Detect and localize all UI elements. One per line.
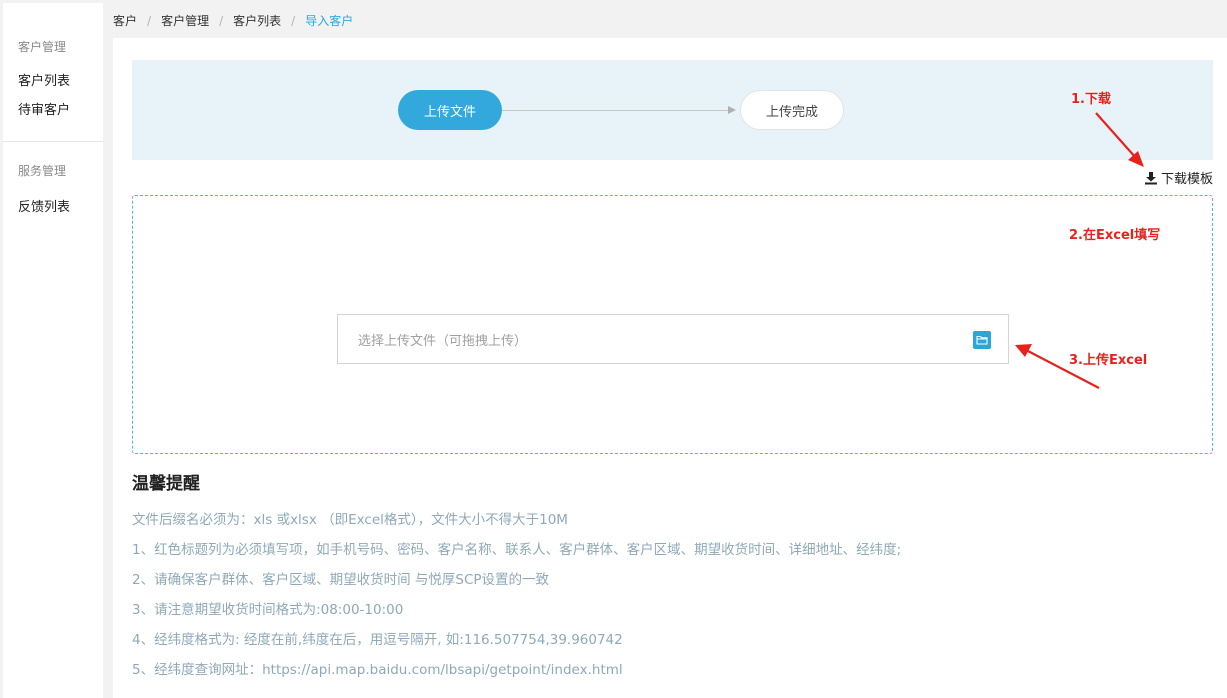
sidebar-group-title: 客户管理 <box>18 40 67 54</box>
tip-line: 4、经纬度格式为: 经度在前,纬度在后，用逗号隔开, 如:116.507754,… <box>132 632 623 648</box>
breadcrumb: 客户 / 客户管理 / 客户列表 / 导入客户 <box>113 13 353 29</box>
sidebar-group-title: 服务管理 <box>18 164 67 178</box>
sidebar: 客户管理 客户列表 待审客户 服务管理 反馈列表 <box>3 3 103 698</box>
sidebar-item-feedback-list[interactable]: 反馈列表 <box>3 199 103 217</box>
step-arrow-icon <box>728 106 736 114</box>
breadcrumb-separator: / <box>219 14 224 28</box>
step-upload-file: 上传文件 <box>398 90 502 130</box>
folder-browse-button[interactable] <box>973 331 991 349</box>
sidebar-item-customer-list[interactable]: 客户列表 <box>3 73 103 91</box>
steps-panel: 上传文件 上传完成 <box>132 60 1213 160</box>
download-icon <box>1145 171 1157 184</box>
breadcrumb-item-customer[interactable]: 客户 <box>113 13 137 29</box>
folder-icon <box>976 335 988 345</box>
download-template-label: 下载模板 <box>1161 172 1214 187</box>
main-content: 上传文件 上传完成 下载模板 选择上传文件（可拖拽上传） 温馨提醒 文件后缀名必… <box>113 38 1227 698</box>
step-upload-complete: 上传完成 <box>740 90 844 130</box>
annotation-step-1: 1.下载 <box>1071 92 1111 107</box>
sidebar-item-pending-customers[interactable]: 待审客户 <box>3 102 103 120</box>
tip-line: 3、请注意期望收货时间格式为:08:00-10:00 <box>132 602 404 618</box>
tip-line: 1、红色标题列为必须填写项，如手机号码、密码、客户名称、联系人、客户群体、客户区… <box>132 542 902 558</box>
breadcrumb-separator: / <box>291 14 296 28</box>
breadcrumb-separator: / <box>147 14 152 28</box>
tip-line: 5、经纬度查询网址：https://api.map.baidu.com/lbsa… <box>132 662 623 678</box>
breadcrumb-item-import-customers: 导入客户 <box>305 14 354 28</box>
file-upload-placeholder: 选择上传文件（可拖拽上传） <box>358 333 528 349</box>
tip-line: 文件后缀名必须为：xls 或xlsx （即Excel格式），文件大小不得大于10… <box>132 512 568 528</box>
tip-line: 2、请确保客户群体、客户区域、期望收货时间 与悦厚SCP设置的一致 <box>132 572 550 588</box>
sidebar-divider <box>3 141 103 142</box>
sidebar-group-service: 服务管理 反馈列表 <box>3 163 103 217</box>
file-upload-input[interactable]: 选择上传文件（可拖拽上传） <box>337 314 1009 364</box>
annotation-step-3: 3.上传Excel <box>1069 353 1148 368</box>
breadcrumb-item-customer-management[interactable]: 客户管理 <box>161 13 209 29</box>
step-connector-line <box>502 110 728 111</box>
sidebar-group-customer: 客户管理 客户列表 待审客户 <box>3 3 103 120</box>
upload-dropzone[interactable]: 选择上传文件（可拖拽上传） <box>132 195 1213 454</box>
breadcrumb-item-customer-list[interactable]: 客户列表 <box>233 13 281 29</box>
download-template-link[interactable]: 下载模板 <box>1144 168 1213 187</box>
tips-title: 温馨提醒 <box>132 474 200 494</box>
annotation-step-2: 2.在Excel填写 <box>1069 228 1161 243</box>
